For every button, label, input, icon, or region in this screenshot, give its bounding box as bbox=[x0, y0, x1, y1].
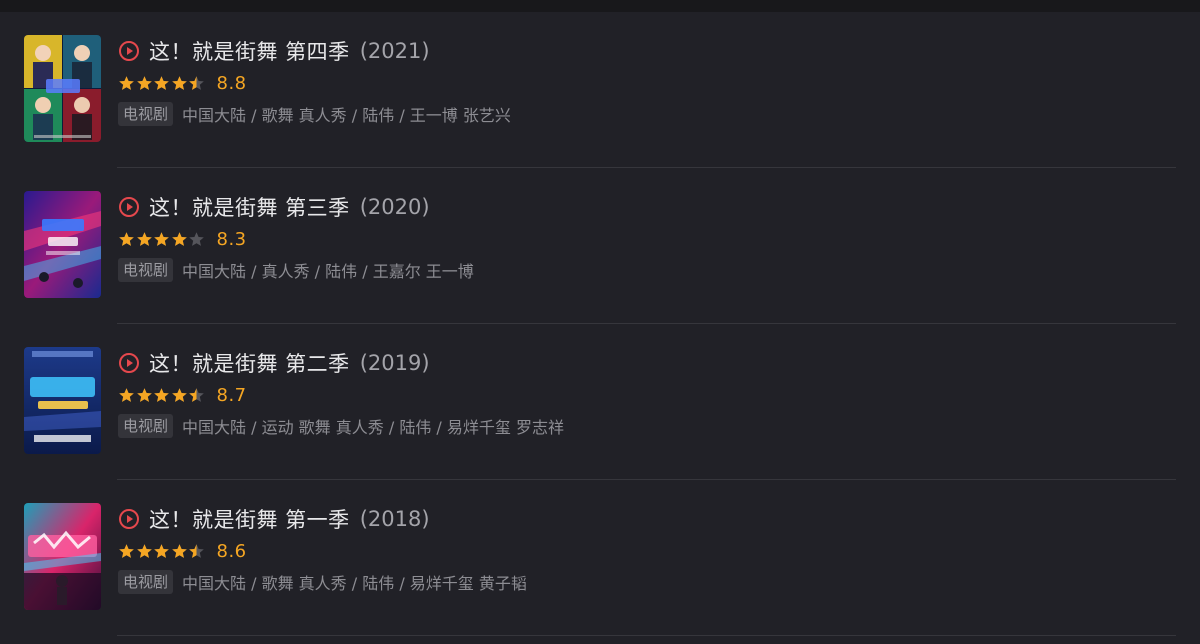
rating: 8.7 bbox=[118, 383, 247, 407]
star-filled-icon bbox=[136, 543, 153, 560]
star-filled-icon bbox=[136, 75, 153, 92]
rating-score: 8.7 bbox=[216, 384, 247, 406]
rating-score: 8.6 bbox=[216, 540, 247, 562]
rating: 8.6 bbox=[118, 539, 247, 563]
show-meta: 中国大陆 / 歌舞 真人秀 / 陆伟 / 易烊千玺 黄子韬 bbox=[182, 574, 527, 593]
star-filled-icon bbox=[118, 75, 135, 92]
result-item[interactable]: 这！就是街舞 第一季 (2018) 8.6 电视剧 中国大陆 / 歌舞 真人秀 … bbox=[0, 480, 1200, 636]
star-filled-icon bbox=[153, 75, 170, 92]
show-meta: 中国大陆 / 歌舞 真人秀 / 陆伟 / 王一博 张艺兴 bbox=[182, 106, 511, 125]
type-badge: 电视剧 bbox=[118, 258, 174, 282]
poster-image[interactable] bbox=[24, 503, 101, 610]
star-filled-icon bbox=[136, 387, 153, 404]
star-half-icon bbox=[188, 387, 205, 404]
show-title[interactable]: 这！就是街舞 第二季 bbox=[149, 348, 350, 378]
star-filled-icon bbox=[171, 543, 188, 560]
play-icon[interactable] bbox=[118, 352, 140, 374]
play-icon[interactable] bbox=[118, 196, 140, 218]
show-year: (2020) bbox=[359, 195, 430, 219]
rating: 8.3 bbox=[118, 227, 247, 251]
show-title[interactable]: 这！就是街舞 第一季 bbox=[149, 504, 350, 534]
type-badge: 电视剧 bbox=[118, 102, 174, 126]
rating-score: 8.8 bbox=[216, 72, 247, 94]
play-icon[interactable] bbox=[118, 40, 140, 62]
star-empty-icon bbox=[188, 231, 205, 248]
star-rating bbox=[118, 75, 206, 92]
star-filled-icon bbox=[171, 231, 188, 248]
star-filled-icon bbox=[171, 387, 188, 404]
type-badge: 电视剧 bbox=[118, 414, 174, 438]
star-rating bbox=[118, 387, 206, 404]
show-title[interactable]: 这！就是街舞 第四季 bbox=[149, 36, 350, 66]
show-title[interactable]: 这！就是街舞 第三季 bbox=[149, 192, 350, 222]
rating: 8.8 bbox=[118, 71, 247, 95]
result-item[interactable]: 这！就是街舞 第三季 (2020) 8.3 电视剧 中国大陆 / 真人秀 / 陆… bbox=[0, 168, 1200, 324]
star-filled-icon bbox=[153, 231, 170, 248]
star-rating bbox=[118, 231, 206, 248]
show-year: (2021) bbox=[359, 39, 430, 63]
show-meta: 中国大陆 / 真人秀 / 陆伟 / 王嘉尔 王一博 bbox=[182, 262, 474, 281]
result-item[interactable]: 这！就是街舞 第四季 (2021) 8.8 电视剧 中国大陆 / 歌舞 真人秀 … bbox=[0, 12, 1200, 168]
star-filled-icon bbox=[118, 231, 135, 248]
play-icon[interactable] bbox=[118, 508, 140, 530]
show-meta: 中国大陆 / 运动 歌舞 真人秀 / 陆伟 / 易烊千玺 罗志祥 bbox=[182, 418, 564, 437]
top-bar bbox=[0, 0, 1200, 12]
star-rating bbox=[118, 543, 206, 560]
star-filled-icon bbox=[153, 543, 170, 560]
poster-image[interactable] bbox=[24, 191, 101, 298]
star-half-icon bbox=[188, 75, 205, 92]
show-year: (2018) bbox=[359, 507, 430, 531]
divider bbox=[117, 635, 1176, 636]
show-year: (2019) bbox=[359, 351, 430, 375]
poster-image[interactable] bbox=[24, 35, 101, 142]
star-filled-icon bbox=[153, 387, 170, 404]
star-filled-icon bbox=[118, 543, 135, 560]
star-filled-icon bbox=[118, 387, 135, 404]
result-item[interactable]: 这！就是街舞 第二季 (2019) 8.7 电视剧 中国大陆 / 运动 歌舞 真… bbox=[0, 324, 1200, 480]
type-badge: 电视剧 bbox=[118, 570, 174, 594]
poster-image[interactable] bbox=[24, 347, 101, 454]
star-half-icon bbox=[188, 543, 205, 560]
rating-score: 8.3 bbox=[216, 228, 247, 250]
star-filled-icon bbox=[136, 231, 153, 248]
star-filled-icon bbox=[171, 75, 188, 92]
